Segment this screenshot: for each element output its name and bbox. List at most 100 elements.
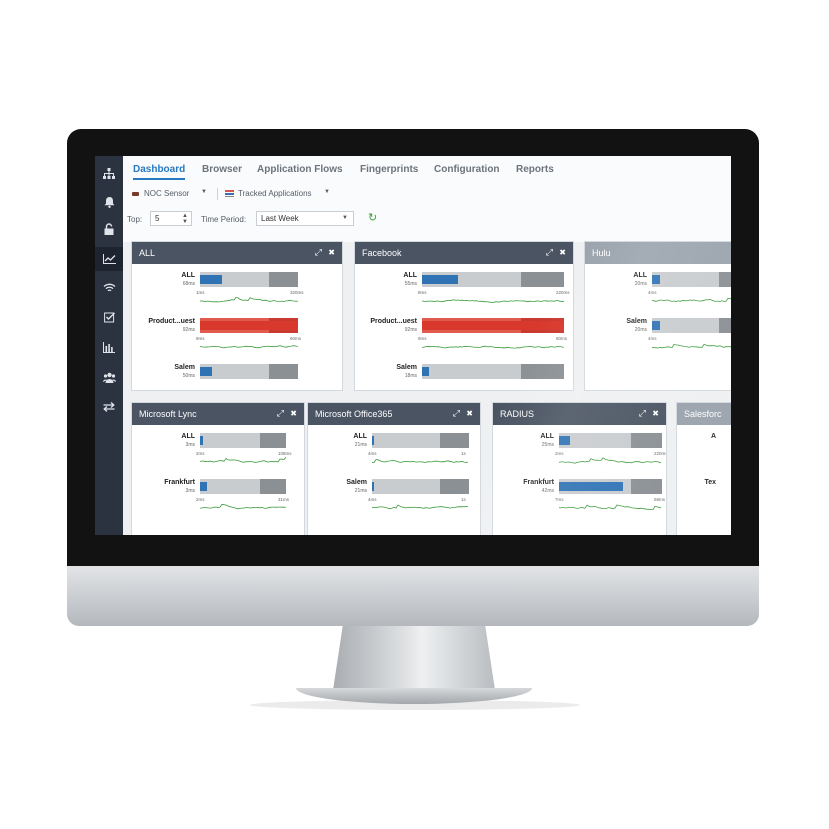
tab-reports[interactable]: Reports xyxy=(516,164,554,175)
row-value: 18ms xyxy=(404,373,417,379)
bar-range xyxy=(719,272,731,287)
expand-icon[interactable]: ⤢ xyxy=(639,408,646,419)
card-header: Facebook ⤢ ✖ xyxy=(355,242,573,264)
close-icon[interactable]: ✖ xyxy=(652,409,659,418)
sparkline xyxy=(199,296,299,303)
refresh-icon[interactable]: ↻ xyxy=(368,213,377,224)
bar-range xyxy=(269,272,298,287)
tab-configuration[interactable]: Configuration xyxy=(434,164,500,175)
bar-fill xyxy=(652,321,660,330)
sparkline-path xyxy=(199,503,287,510)
row-label: ALL xyxy=(633,272,647,279)
bar-chart-icon[interactable] xyxy=(95,335,123,359)
row-value: 55ms xyxy=(404,281,417,287)
chevron-down-icon[interactable]: ▼ xyxy=(324,189,330,195)
card-title: ALL xyxy=(139,248,156,258)
latency-bar[interactable] xyxy=(200,272,298,287)
row-label: Frankfurt xyxy=(523,479,554,486)
sparkline xyxy=(199,345,299,349)
close-icon[interactable]: ✖ xyxy=(466,409,473,418)
dashboard-card: RADIUS ⤢ ✖ ALL 25ms 2ms 220ms Frankfurt 42ms 7ms 5… xyxy=(492,402,667,535)
sensor-selector[interactable]: NOC Sensor xyxy=(144,189,189,198)
applications-selector[interactable]: Tracked Applications xyxy=(238,189,312,198)
sidebar xyxy=(95,156,123,535)
card-header: Hulu xyxy=(585,242,731,264)
row-label: Product...uest xyxy=(148,318,195,325)
latency-bar[interactable] xyxy=(559,433,662,448)
period-select[interactable]: Last Week ▼ xyxy=(256,211,354,226)
top-stepper[interactable]: 5 ▲ ▼ xyxy=(150,211,192,226)
card-title: Microsoft Lync xyxy=(139,409,197,419)
card-header: Microsoft Lync ⤢ ✖ xyxy=(132,403,304,425)
sparkline-path xyxy=(372,459,469,463)
latency-bar[interactable] xyxy=(652,318,731,333)
sensor-icon xyxy=(132,192,139,196)
stepper-arrows-icon[interactable]: ▲ ▼ xyxy=(182,213,188,225)
expand-icon[interactable]: ⤢ xyxy=(546,247,553,258)
latency-bar[interactable] xyxy=(200,318,298,333)
sparkline-path xyxy=(652,297,731,303)
latency-bar[interactable] xyxy=(422,364,564,379)
checkbox-icon[interactable] xyxy=(95,305,123,329)
expand-icon[interactable]: ⤢ xyxy=(277,408,284,419)
latency-bar[interactable] xyxy=(200,433,286,448)
row-value: 21ms xyxy=(354,488,367,494)
row-label: Salem xyxy=(174,364,195,371)
sparkline xyxy=(421,299,565,303)
bar-range xyxy=(260,433,286,448)
row-label: Salem xyxy=(396,364,417,371)
unlock-icon[interactable] xyxy=(95,217,123,241)
sparkline-path xyxy=(199,345,299,349)
sparkline-path xyxy=(558,504,662,511)
sparkline xyxy=(652,297,731,303)
close-icon[interactable]: ✖ xyxy=(559,248,566,257)
row-value: 50ms xyxy=(182,373,195,379)
sparkline-path xyxy=(371,504,469,510)
bar-fill xyxy=(200,436,203,445)
expand-icon[interactable]: ⤢ xyxy=(453,408,460,419)
expand-icon[interactable]: ⤢ xyxy=(315,247,322,258)
top-value: 5 xyxy=(155,214,160,223)
row-value: 68ms xyxy=(182,281,195,287)
latency-bar[interactable] xyxy=(372,479,469,494)
users-icon[interactable] xyxy=(95,365,123,389)
exchange-icon[interactable] xyxy=(95,395,123,419)
latency-bar[interactable] xyxy=(200,479,286,494)
sparkline xyxy=(199,503,287,510)
card-header: Microsoft Office365 ⤢ ✖ xyxy=(308,403,480,425)
sparkline-path xyxy=(421,345,565,349)
close-icon[interactable]: ✖ xyxy=(290,409,297,418)
tab-browser[interactable]: Browser xyxy=(202,164,242,175)
close-icon[interactable]: ✖ xyxy=(328,248,335,257)
latency-bar[interactable] xyxy=(200,364,298,379)
row-label: Product...uest xyxy=(370,318,417,325)
chart-line-icon[interactable] xyxy=(95,247,123,271)
card-title: Microsoft Office365 xyxy=(315,409,393,419)
chevron-down-icon[interactable]: ▼ xyxy=(201,189,207,195)
bell-icon[interactable] xyxy=(95,190,123,214)
bar-fill xyxy=(200,367,212,376)
bar-fill xyxy=(200,482,207,491)
row-value: 92ms xyxy=(404,327,417,333)
sparkline-path xyxy=(421,299,565,303)
sparkline xyxy=(372,459,469,463)
sitemap-icon[interactable] xyxy=(95,161,123,185)
latency-bar[interactable] xyxy=(652,272,731,287)
latency-bar[interactable] xyxy=(422,318,564,333)
bar-range xyxy=(269,364,298,379)
bar-range xyxy=(260,479,286,494)
card-title: Facebook xyxy=(362,248,402,258)
dashboard-card: Salesforc A Tex xyxy=(676,402,731,535)
wifi-icon[interactable] xyxy=(95,276,123,300)
card-title: Salesforc xyxy=(684,409,722,419)
latency-bar[interactable] xyxy=(372,433,469,448)
sparkline xyxy=(199,456,287,463)
tab-dashboard[interactable]: Dashboard xyxy=(133,164,186,180)
latency-bar[interactable] xyxy=(559,479,662,494)
dashboard-card: Microsoft Office365 ⤢ ✖ ALL 21ms 4ms 1s Salem 21… xyxy=(307,402,481,535)
tab-fingerprints[interactable]: Fingerprints xyxy=(360,164,418,175)
tab-application-flows[interactable]: Application Flows xyxy=(257,164,343,175)
row-label: ALL xyxy=(181,272,195,279)
latency-bar[interactable] xyxy=(422,272,564,287)
card-header: ALL ⤢ ✖ xyxy=(132,242,342,264)
